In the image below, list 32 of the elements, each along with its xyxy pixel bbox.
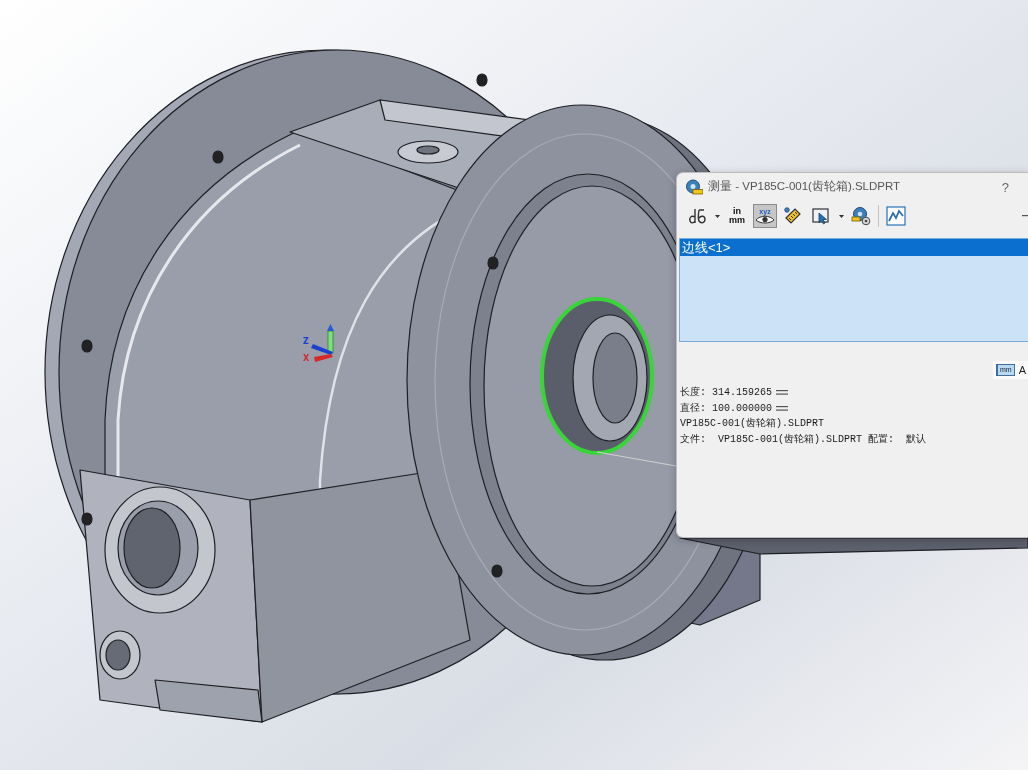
- bolt-hole: [212, 150, 224, 164]
- curve-icon: [687, 206, 707, 226]
- bolt-hole: [491, 564, 503, 578]
- select-box-icon: [811, 206, 831, 226]
- axis-label: Z: [303, 337, 309, 346]
- result-text: 文件: VP185C-001(齿轮箱).SLDPRT 配置: 默认: [680, 432, 927, 447]
- dash-icon: [1022, 215, 1028, 217]
- units-toggle-button[interactable]: in mm: [725, 204, 749, 228]
- bolt-hole: [81, 512, 93, 526]
- result-text: VP185C-001(齿轮箱).SLDPRT: [680, 417, 825, 432]
- axis-triad-icon: [311, 324, 334, 362]
- measure-button[interactable]: [849, 204, 873, 228]
- top-boss: [397, 140, 459, 164]
- bolt-hole: [81, 339, 93, 353]
- selection-list[interactable]: 边线<1>: [679, 238, 1028, 342]
- dialog-title: 测量 - VP185C-001(齿轮箱).SLDPRT: [708, 179, 901, 195]
- caret-icon[interactable]: [838, 214, 844, 218]
- axis-label: X: [303, 354, 310, 363]
- small-port-boss: [99, 630, 141, 680]
- eye-icon: [755, 215, 775, 224]
- help-button[interactable]: ?: [1000, 180, 1010, 194]
- result-text: 直径: 100.000000: [680, 401, 772, 416]
- ruler-icon: [783, 206, 803, 226]
- tape-measure-icon: [851, 206, 871, 226]
- chart-button[interactable]: [884, 204, 908, 228]
- list-item[interactable]: 边线<1>: [680, 239, 1028, 256]
- result-text: 长度: 314.159265: [680, 385, 772, 401]
- chart-icon: [886, 206, 906, 226]
- bolt-hole: [476, 73, 488, 87]
- bolt-hole: [487, 256, 499, 270]
- caret-icon[interactable]: [714, 214, 720, 218]
- tape-measure-icon: [685, 179, 703, 195]
